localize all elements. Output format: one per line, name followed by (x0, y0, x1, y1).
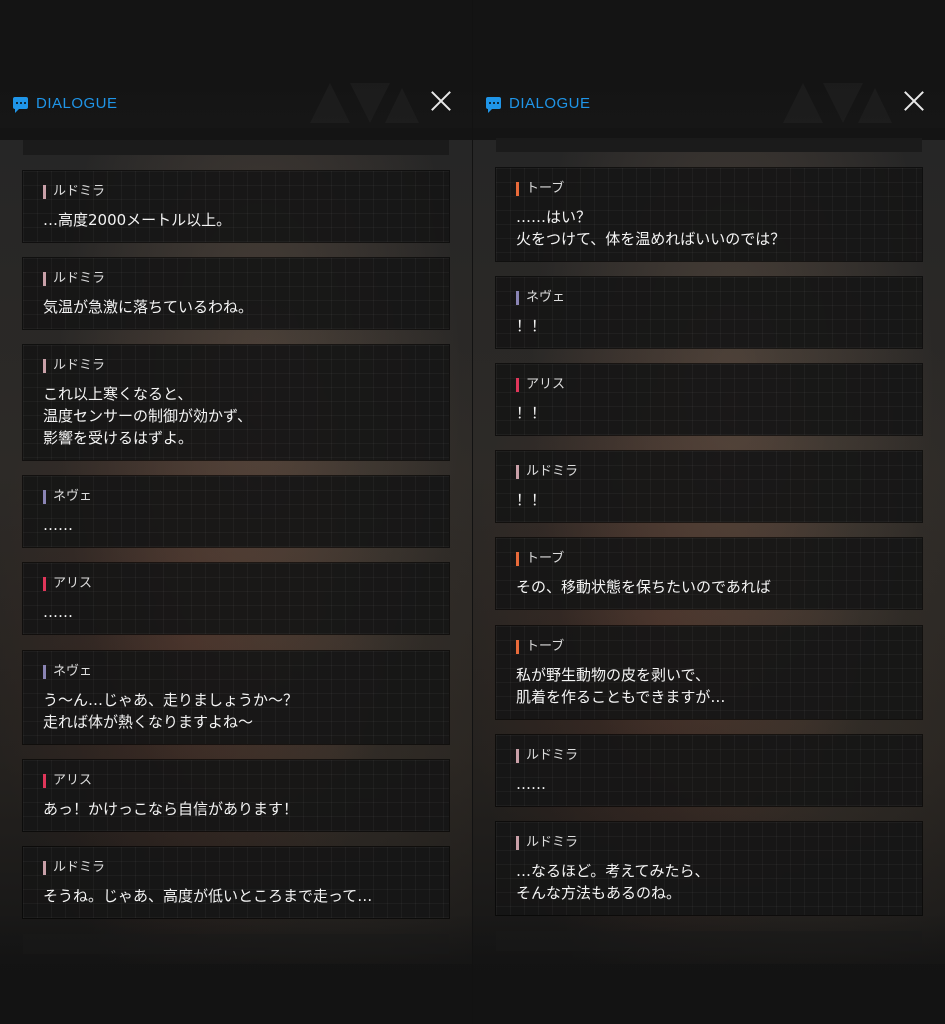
chat-bubble-icon (13, 97, 28, 113)
message-text: ！！ (516, 491, 547, 509)
speaker-name: アリス (43, 773, 92, 788)
message-card: ルドミラ ！！ (496, 451, 922, 522)
speaker-name: ネヴェ (43, 489, 92, 504)
speaker-name: ルドミラ (516, 835, 578, 850)
message-card: ルドミラ …高度2000メートル以上。 (23, 171, 449, 242)
message-card: ルドミラ そうね。じゃあ、高度が低いところまで走って… (23, 847, 449, 918)
dialogue-panel-right: DIALOGUE トーブ ……はい？ 火をつけて、体を温めればいいのでは？ ネヴ… (473, 0, 945, 1024)
message-text: …… (43, 603, 73, 621)
close-icon[interactable] (430, 90, 452, 112)
message-text: そうね。じゃあ、高度が低いところまで走って… (43, 887, 373, 905)
speaker-name: トーブ (516, 551, 564, 566)
message-card: トーブ ……はい？ 火をつけて、体を温めればいいのでは？ (496, 168, 922, 261)
message-card: ルドミラ 気温が急激に落ちているわね。 (23, 258, 449, 329)
message-card: トーブ 私が野生動物の皮を剥いで、 肌着を作ることもできますが… (496, 626, 922, 719)
message-text: ……はい？ 火をつけて、体を温めればいいのでは？ (516, 208, 786, 248)
message-card-partial (496, 138, 922, 152)
bottom-fade (0, 914, 472, 1024)
chat-bubble-icon (486, 97, 501, 113)
message-text: あっ！かけっこなら自信があります！ (43, 800, 299, 818)
header-decoration (783, 83, 892, 123)
message-card: ネヴェ ！！ (496, 277, 922, 348)
header-decoration (310, 83, 419, 123)
message-text: ！！ (516, 317, 547, 335)
speaker-name: ルドミラ (43, 358, 105, 373)
message-text: 私が野生動物の皮を剥いで、 肌着を作ることもできますが… (516, 666, 726, 706)
close-icon[interactable] (903, 90, 925, 112)
message-card: アリス …… (23, 563, 449, 634)
speaker-name: ネヴェ (43, 664, 92, 679)
message-text: …… (43, 516, 73, 534)
speaker-name: ルドミラ (43, 271, 105, 286)
message-card: アリス ！！ (496, 364, 922, 435)
speaker-name: アリス (43, 576, 92, 591)
message-card: アリス あっ！かけっこなら自信があります！ (23, 760, 449, 831)
dialogue-panel-left: DIALOGUE ルドミラ …高度2000メートル以上。 ルドミラ 気温が急激に… (0, 0, 472, 1024)
message-text: 気温が急激に落ちているわね。 (43, 298, 254, 316)
message-text: …… (516, 775, 546, 793)
speaker-name: トーブ (516, 181, 564, 196)
speaker-name: ネヴェ (516, 290, 565, 305)
message-text: これ以上寒くなると、 温度センサーの制御が効かず、 影響を受けるはずよ。 (43, 385, 252, 447)
speaker-name: ルドミラ (43, 184, 105, 199)
message-card-partial (496, 931, 922, 951)
speaker-name: ルドミラ (43, 860, 105, 875)
message-text: ！！ (516, 404, 547, 422)
message-card: ネヴェ う～ん…じゃあ、走りましょうか～？ 走れば体が熱くなりますよね～ (23, 651, 449, 744)
message-text: …なるほど。考えてみたら、 そんな方法もあるのね。 (516, 862, 710, 902)
message-card: ルドミラ …… (496, 735, 922, 806)
speaker-name: アリス (516, 377, 565, 392)
message-card-partial (23, 140, 449, 155)
speaker-name: トーブ (516, 639, 564, 654)
dialogue-title: DIALOGUE (36, 94, 118, 112)
message-card: ルドミラ …なるほど。考えてみたら、 そんな方法もあるのね。 (496, 822, 922, 915)
message-card: ルドミラ これ以上寒くなると、 温度センサーの制御が効かず、 影響を受けるはずよ… (23, 345, 449, 460)
message-text: …高度2000メートル以上。 (43, 211, 232, 229)
message-text: う～ん…じゃあ、走りましょうか～？ 走れば体が熱くなりますよね～ (43, 691, 299, 731)
speaker-name: ルドミラ (516, 464, 578, 479)
message-card-partial (23, 934, 449, 954)
message-card: ネヴェ …… (23, 476, 449, 547)
message-card: トーブ その、移動状態を保ちたいのであれば (496, 538, 922, 609)
message-text: その、移動状態を保ちたいのであれば (516, 578, 771, 596)
dialogue-title: DIALOGUE (509, 94, 591, 112)
speaker-name: ルドミラ (516, 748, 578, 763)
